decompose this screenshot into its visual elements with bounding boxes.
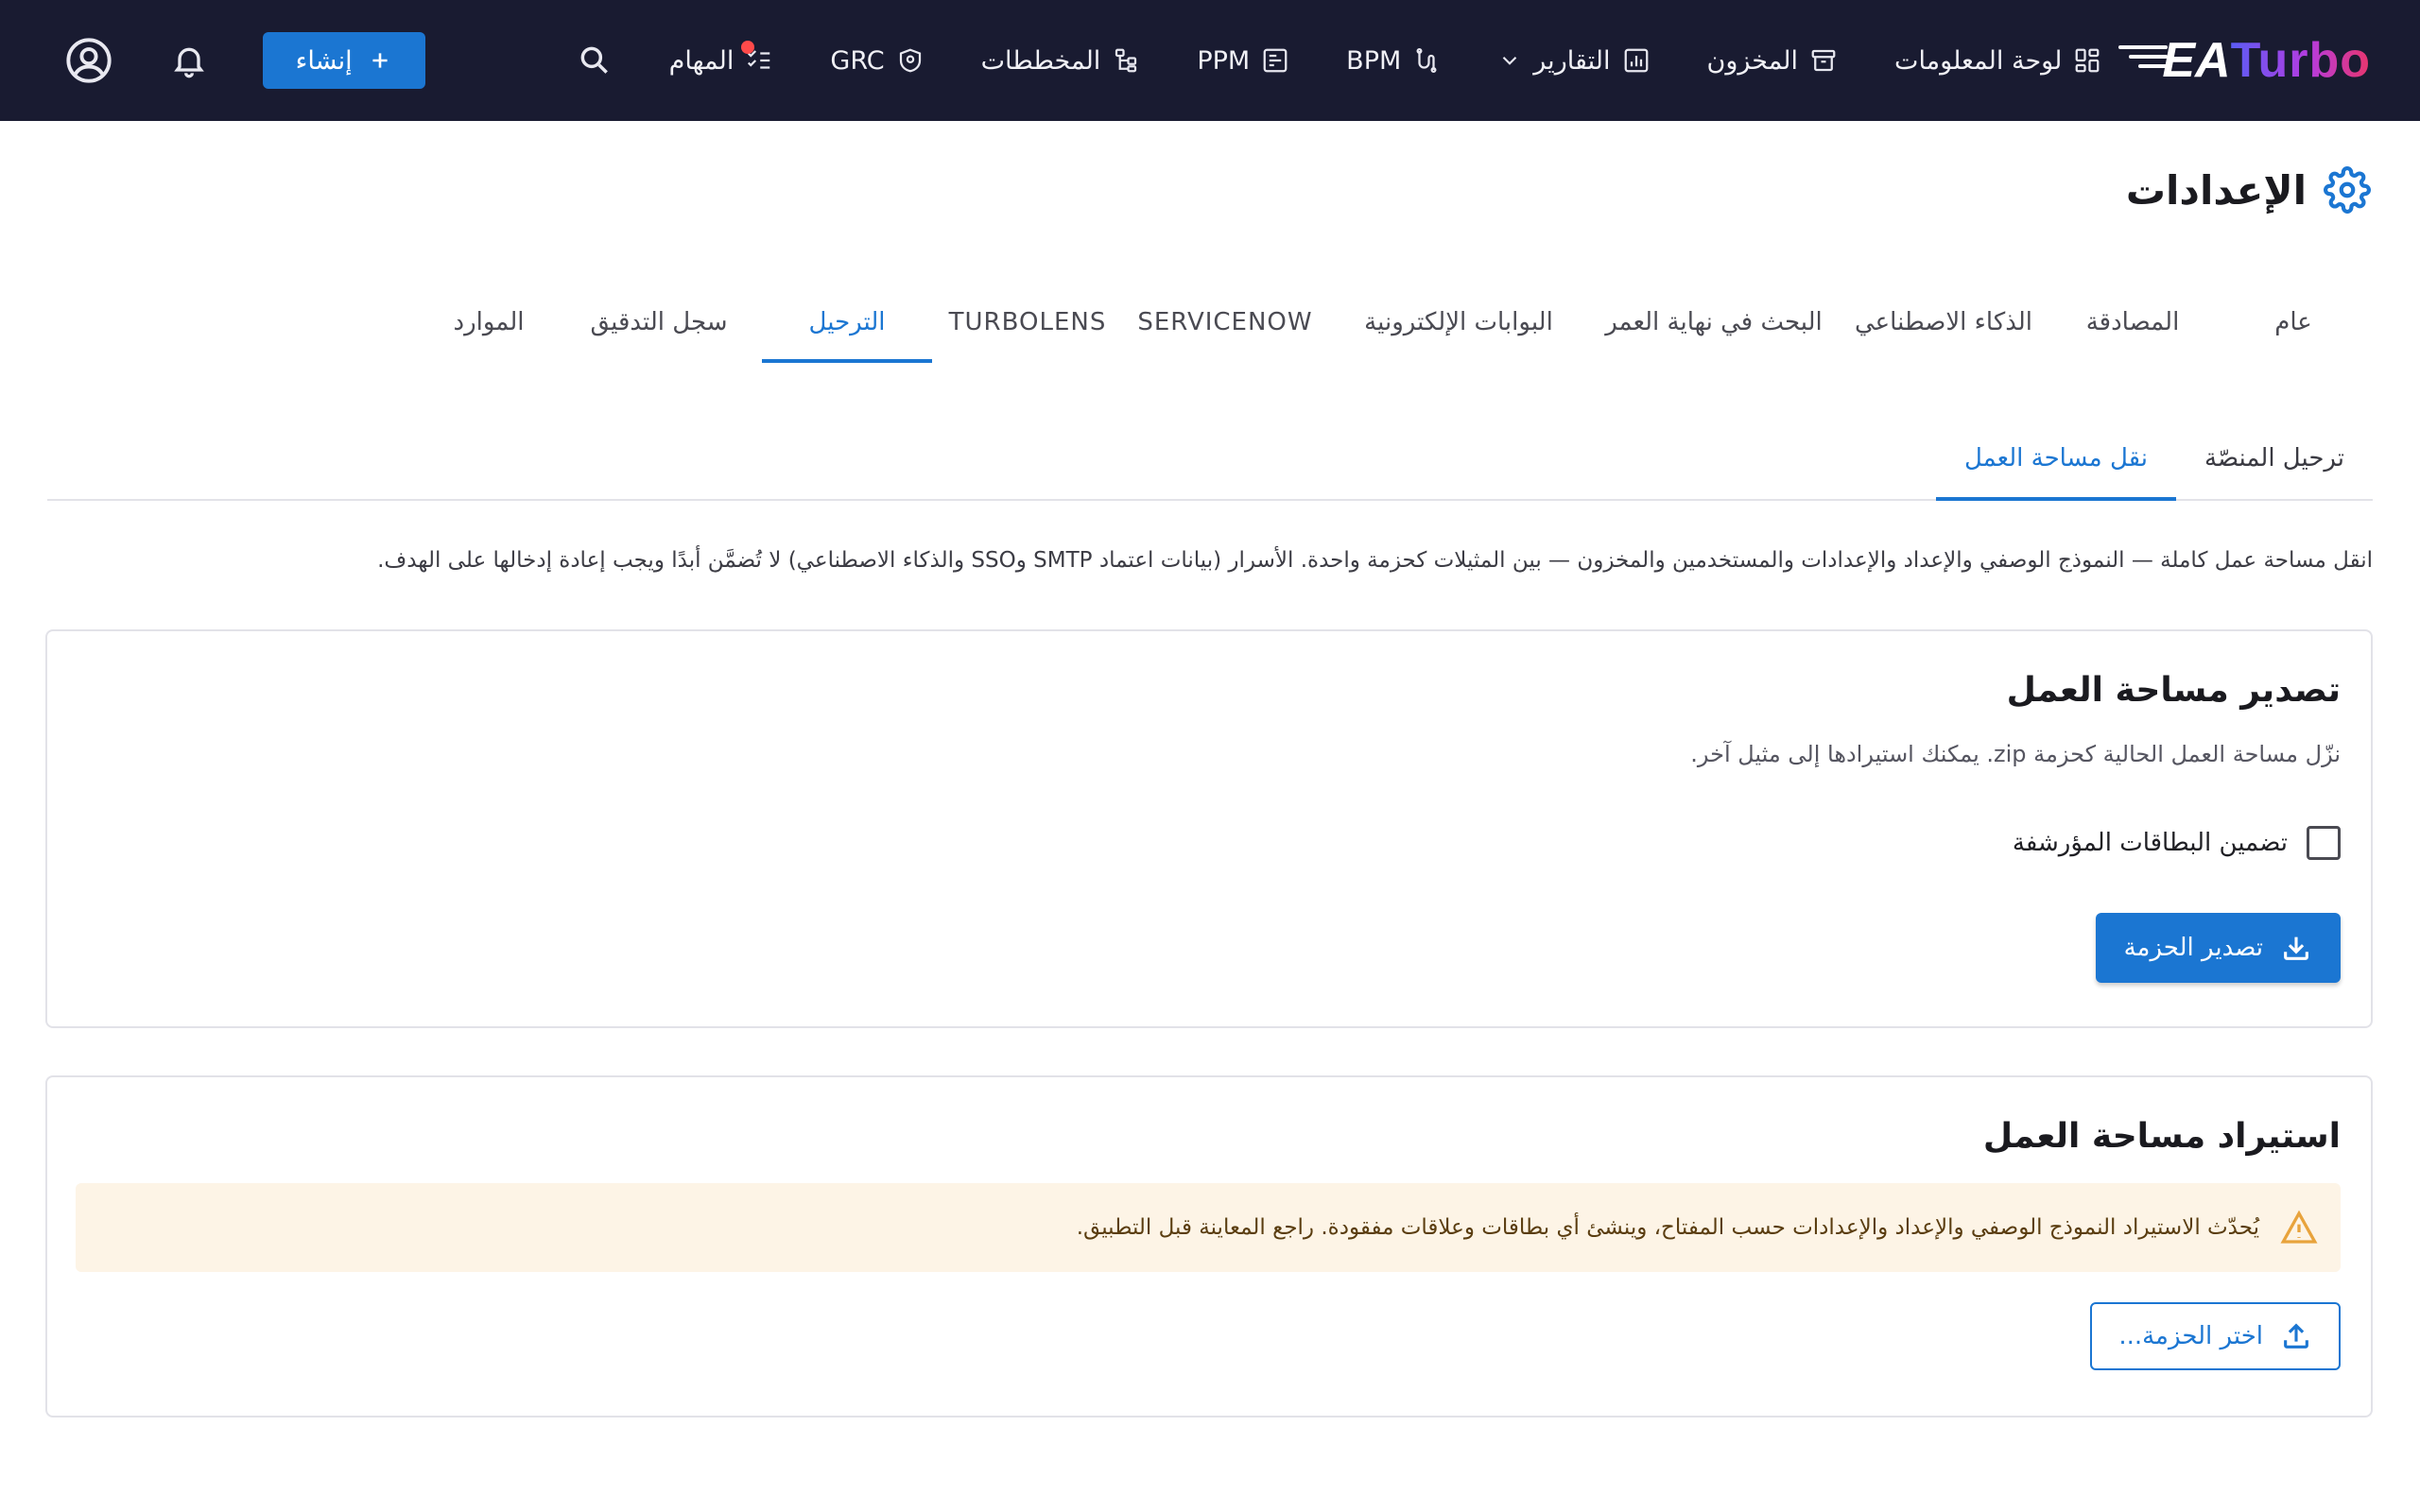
tab-authentication[interactable]: المصادقة: [2049, 274, 2216, 363]
import-title: استيراد مساحة العمل: [1982, 1117, 2341, 1156]
export-card: تصدير مساحة العمل نزّل مساحة العمل الحال…: [45, 629, 2373, 1028]
dashboard-icon: [2075, 48, 2100, 73]
warning-icon: [2280, 1210, 2318, 1244]
logo-ea-label: EA: [2162, 33, 2231, 88]
tab-general[interactable]: عام: [2216, 274, 2371, 363]
nav-item-ppm[interactable]: PPM: [1197, 46, 1289, 76]
export-title: تصدير مساحة العمل: [2006, 671, 2341, 710]
tab-migration[interactable]: الترحيل: [762, 274, 932, 363]
upload-icon: [2284, 1323, 2308, 1349]
nav-label-tasks: المهام: [668, 45, 735, 76]
nav-item-dashboard[interactable]: لوحة المعلومات: [1894, 46, 2101, 76]
tab-servicenow[interactable]: SERVICENOW: [1123, 274, 1327, 363]
include-archived-row[interactable]: تضمين البطاقات المؤرشفة: [2013, 826, 2341, 860]
nav-item-grc[interactable]: GRC: [830, 46, 924, 76]
gear-icon: [2324, 166, 2371, 214]
reports-icon: [1624, 48, 1648, 73]
import-card: استيراد مساحة العمل يُحدّث الاستيراد الن…: [45, 1075, 2373, 1418]
bell-icon: [173, 47, 204, 78]
import-warning-text: يُحدّث الاستيراد النموذج الوصفي والإعداد…: [1076, 1215, 2259, 1240]
subtab-workspace-transfer[interactable]: نقل مساحة العمل: [1935, 414, 2177, 501]
choose-package-button[interactable]: اختر الحزمة...: [2090, 1302, 2341, 1370]
include-archived-label: تضمين البطاقات المؤرشفة: [2012, 829, 2288, 857]
tab-eol-search[interactable]: البحث في نهاية العمر: [1590, 274, 1838, 363]
main-nav: لوحة المعلومات المخزون التقارير BPM PPM …: [613, 0, 2102, 121]
app-logo[interactable]: Turbo EA: [2118, 0, 2371, 121]
nav-label-grc: GRC: [830, 45, 885, 76]
nav-item-inventory[interactable]: المخزون: [1707, 46, 1839, 76]
export-description: نزّل مساحة العمل الحالية كحزمة zip. يمكن…: [1690, 741, 2341, 767]
logo-text-primary: Turbo: [2230, 33, 2371, 88]
ppm-icon: [1263, 48, 1288, 73]
create-button-label: إنشاء: [295, 45, 353, 76]
nav-label-diagrams: المخططات: [980, 45, 1101, 76]
nav-label-inventory: المخزون: [1706, 45, 1799, 76]
search-icon: [580, 46, 608, 74]
download-icon: [2284, 936, 2308, 960]
tab-resources[interactable]: الموارد: [422, 274, 556, 363]
nav-label-ppm: PPM: [1197, 45, 1251, 76]
export-package-button[interactable]: تصدير الحزمة: [2095, 913, 2341, 983]
logo-text-secondary: EA: [2118, 32, 2231, 89]
create-button[interactable]: إنشاء: [262, 32, 425, 89]
plus-icon: [372, 53, 388, 68]
import-warning-alert: يُحدّث الاستيراد النموذج الوصفي والإعداد…: [76, 1183, 2341, 1272]
notifications-button[interactable]: [163, 34, 216, 87]
grc-icon: [899, 48, 921, 73]
diagrams-icon: [1115, 48, 1137, 73]
include-archived-checkbox[interactable]: [2307, 826, 2341, 860]
page-title-text: الإعدادات: [2125, 166, 2307, 214]
nav-item-bpm[interactable]: BPM: [1346, 46, 1441, 76]
account-button[interactable]: [62, 34, 115, 87]
tab-ai[interactable]: الذكاء الاصطناعي: [1838, 274, 2049, 363]
migration-subtabs: ترحيل المنصّة نقل مساحة العمل: [47, 414, 2373, 501]
subtab-platform-migration[interactable]: ترحيل المنصّة: [2176, 414, 2373, 499]
inventory-icon: [1811, 49, 1836, 72]
logo-stripes-icon: [2118, 45, 2169, 74]
top-navigation-bar: Turbo EA لوحة المعلومات المخزون التقارير…: [0, 0, 2420, 121]
nav-item-diagrams[interactable]: المخططات: [981, 46, 1141, 76]
nav-label-dashboard: لوحة المعلومات: [1894, 45, 2063, 76]
nav-label-reports: التقارير: [1533, 45, 1611, 76]
choose-package-label: اختر الحزمة...: [2118, 1322, 2263, 1350]
intro-text: انقل مساحة عمل كاملة — النموذج الوصفي وا…: [377, 548, 2373, 573]
nav-item-reports[interactable]: التقارير: [1497, 46, 1650, 76]
tab-turbolens[interactable]: TURBOLENS: [932, 274, 1123, 363]
search-button[interactable]: [577, 43, 613, 78]
notification-dot: [741, 40, 755, 54]
settings-tabs: عام المصادقة الذكاء الاصطناعي البحث في ن…: [49, 274, 2371, 363]
tab-audit-log[interactable]: سجل التدقيق: [556, 274, 762, 363]
export-button-label: تصدير الحزمة: [2123, 934, 2263, 962]
nav-label-bpm: BPM: [1346, 45, 1402, 76]
tab-portals[interactable]: البوابات الإلكترونية: [1327, 274, 1590, 363]
nav-item-tasks[interactable]: المهام: [668, 40, 774, 76]
bpm-icon: [1416, 48, 1437, 73]
page-title: الإعدادات: [2126, 166, 2371, 214]
chevron-down-icon: [1503, 56, 1517, 65]
user-avatar-icon: [66, 38, 112, 83]
